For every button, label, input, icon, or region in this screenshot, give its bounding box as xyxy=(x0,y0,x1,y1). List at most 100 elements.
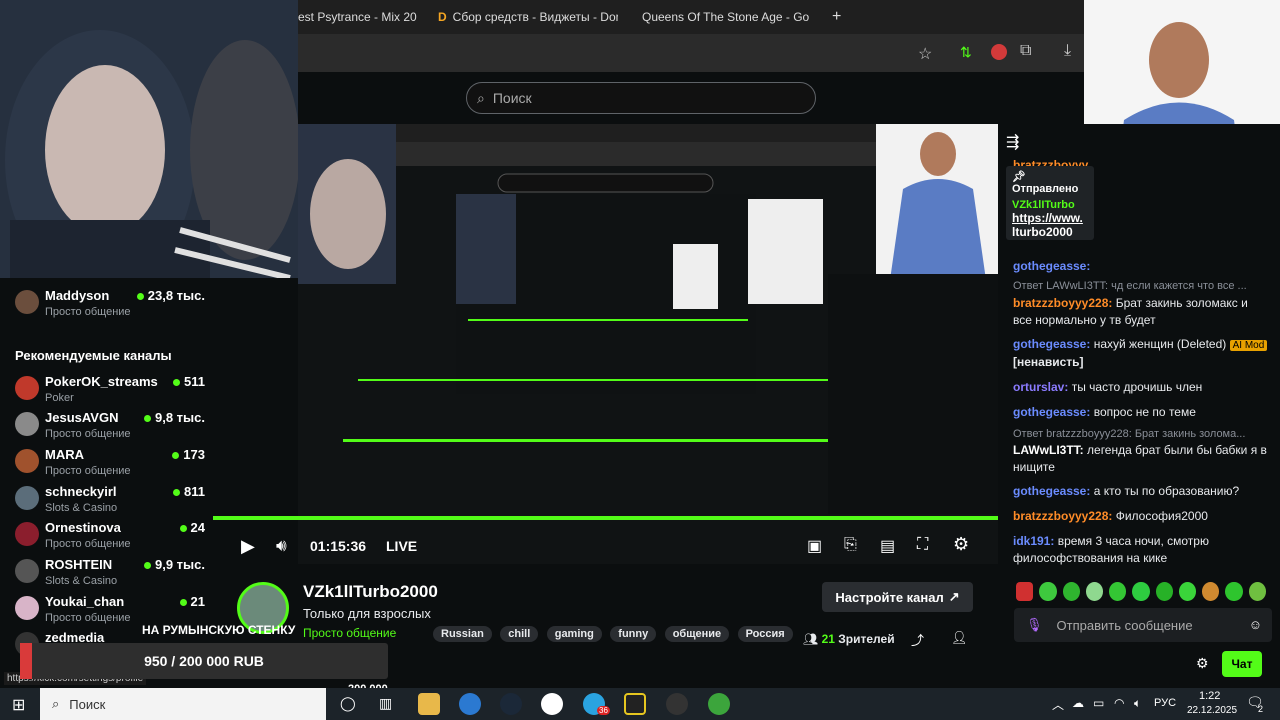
sidebar-item-maddyson[interactable]: Maddyson Просто общение 23,8 тыс. xyxy=(15,286,205,322)
theater-mode-icon[interactable]: ▣ xyxy=(807,536,822,556)
emote-icon[interactable] xyxy=(1155,582,1173,601)
app-icon[interactable] xyxy=(624,693,646,715)
clip-icon[interactable]: ⎘ xyxy=(844,536,857,554)
speaker-icon[interactable]: 🔈︎ xyxy=(1134,696,1141,711)
live-dot-icon xyxy=(173,489,181,497)
onedrive-icon[interactable]: ☁ xyxy=(1072,696,1084,710)
webcam-left xyxy=(0,0,298,278)
follow-user-icon[interactable]: 👤︎ xyxy=(951,630,968,646)
chat-message: gothegeasse: а кто ты по образованию? xyxy=(1013,484,1240,498)
sidebar-item-mara[interactable]: MARA Просто общение 173 xyxy=(15,445,205,481)
setup-channel-button[interactable]: Настройте канал ↗ xyxy=(822,582,973,612)
emote-icon[interactable] xyxy=(1178,582,1197,601)
users-icon: 👥︎ xyxy=(803,632,819,646)
notification-count: 2 xyxy=(1258,704,1264,714)
sidebar-item-roshtein[interactable]: ROSHTEIN Slots & Casino 9,9 тыс. xyxy=(15,555,205,591)
battery-icon[interactable]: ▭ xyxy=(1093,696,1104,710)
donationalerts-icon: D xyxy=(438,10,447,24)
emote-icon[interactable] xyxy=(1039,582,1057,601)
nested-screen-image xyxy=(298,124,998,564)
chat-message: gothegeasse: вопрос не по теме xyxy=(1013,405,1196,419)
new-tab-button[interactable]: + xyxy=(832,6,841,28)
yandex-browser-icon[interactable] xyxy=(541,693,563,715)
avatar xyxy=(15,449,39,473)
tag-gaming[interactable]: gaming xyxy=(546,626,602,642)
live-dot-icon xyxy=(179,525,187,533)
avatar xyxy=(15,412,39,436)
channel-name[interactable]: VZk1lITurbo2000 xyxy=(303,582,438,602)
recursive-stream-preview xyxy=(298,124,998,564)
windows-start-icon[interactable]: ⊞ xyxy=(12,695,25,715)
emote-icon[interactable] xyxy=(1016,582,1034,601)
sidebar-item-jesusavgn[interactable]: JesusAVGN Просто общение 9,8 тыс. xyxy=(15,408,205,444)
chat-message: bratzzzboyyy228: Философия2000 xyxy=(1013,509,1208,523)
play-icon[interactable]: ▶ xyxy=(241,536,255,557)
miniplayer-icon[interactable]: ▤ xyxy=(880,536,895,556)
clock-date[interactable]: 22.12.2025 xyxy=(1187,705,1237,716)
ai-mod-badge: AI Mod xyxy=(1229,340,1268,351)
emoji-icon[interactable]: ☺ xyxy=(1249,617,1262,632)
fullscreen-icon[interactable]: ⛶ xyxy=(917,536,928,554)
tag-list: Russian chill gaming funny общение Росси… xyxy=(433,624,797,642)
emote-icon[interactable] xyxy=(1225,582,1243,601)
cortana-icon[interactable]: ◯ xyxy=(340,695,356,712)
donation-goal-widget: НА РУМЫНСКУЮ СТЕНКУ 950 / 200 000 RUB 20… xyxy=(20,615,390,695)
extensions-icon[interactable]: ⧉ xyxy=(1020,42,1031,60)
live-dot-icon xyxy=(179,599,187,607)
chat-reply-quote[interactable]: Ответ bratzzzboyyy228: Брат закинь золом… xyxy=(1013,428,1268,440)
tag-obshchenie[interactable]: общение xyxy=(664,626,730,642)
avatar xyxy=(15,559,39,583)
live-dot-icon xyxy=(172,452,180,460)
wifi-icon[interactable]: ◠ xyxy=(1114,696,1124,710)
tab-psytrance[interactable]: est Psytrance - Mix 20 xyxy=(298,6,418,28)
star-icon[interactable]: ☆ xyxy=(918,44,932,64)
collapse-chat-icon[interactable]: ⇶ xyxy=(1006,132,1019,152)
chrome-icon[interactable] xyxy=(459,693,481,715)
sidebar-item-ornestinova[interactable]: Ornestinova Просто общение 24 xyxy=(15,518,205,554)
chat-settings-gear-icon[interactable]: ⚙ xyxy=(1196,655,1209,672)
language-indicator[interactable]: РУС xyxy=(1154,697,1176,709)
microphone-icon[interactable]: 🎙︎ xyxy=(1026,617,1043,633)
tag-rossiya[interactable]: Россия xyxy=(737,626,793,642)
tag-russian[interactable]: Russian xyxy=(433,626,492,642)
extension-badge-icon[interactable] xyxy=(991,44,1007,60)
donation-amount: 950 / 200 000 RUB xyxy=(144,653,264,669)
avatar xyxy=(15,522,39,546)
avatar xyxy=(15,290,39,314)
settings-gear-icon[interactable]: ⚙ xyxy=(953,534,969,555)
emote-icon[interactable] xyxy=(1248,582,1266,601)
pinned-message[interactable]: 📌︎ Отправлено VZk1lITurbo https://www. l… xyxy=(1006,166,1094,240)
emote-icon[interactable] xyxy=(1062,582,1080,601)
task-view-icon[interactable]: ▥ xyxy=(379,695,392,712)
clock-time[interactable]: 1:22 xyxy=(1199,690,1220,702)
chat-reply-quote[interactable]: Ответ LAWwLI3TT: чд если кажется что все… xyxy=(1013,280,1268,292)
sidebar-item-schneckyirl[interactable]: schneckyirl Slots & Casino 811 xyxy=(15,482,205,518)
sidebar-item-pokerok[interactable]: PokerOK_streams Poker 511 xyxy=(15,372,205,408)
file-explorer-icon[interactable] xyxy=(418,693,440,715)
emote-icon[interactable] xyxy=(1132,582,1150,601)
search-icon: ⌕ xyxy=(52,696,60,711)
share-icon[interactable]: ⤴ xyxy=(911,630,924,649)
search-input[interactable]: ⌕ Поиск xyxy=(466,82,816,114)
steam-icon[interactable] xyxy=(500,693,522,715)
emote-icon[interactable] xyxy=(1202,582,1220,601)
utorrent-icon[interactable] xyxy=(708,693,730,715)
chat-message: gothegeasse: xyxy=(1013,259,1091,273)
tag-funny[interactable]: funny xyxy=(610,626,657,642)
obs-icon[interactable] xyxy=(666,693,688,715)
volume-icon[interactable]: 🔊︎ xyxy=(276,536,287,556)
download-icon[interactable]: ⤓ xyxy=(1064,42,1071,60)
emote-icon[interactable] xyxy=(1085,582,1104,601)
donation-progress-bar: 950 / 200 000 RUB xyxy=(20,643,388,679)
windows-taskbar: ⊞ ⌕ Поиск ◯ ▥ 36 ︿ ☁ ▭ ◠ 🔈︎ РУС 1:22 22.… xyxy=(0,688,1280,720)
tray-chevron-icon[interactable]: ︿ xyxy=(1052,696,1064,713)
chat-input[interactable]: 🎙︎ Отправить сообщение ☺ xyxy=(1014,608,1272,642)
tab-donations[interactable]: D Сбор средств - Виджеты - Don ✕ xyxy=(438,6,618,28)
taskbar-search-input[interactable]: ⌕ Поиск xyxy=(40,688,326,720)
send-chat-button[interactable]: Чат xyxy=(1222,651,1262,677)
tab-queens-of-the-stone-age[interactable]: Queens Of The Stone Age - Go ✕ xyxy=(636,6,816,28)
emote-icon[interactable] xyxy=(1109,582,1127,601)
avatar xyxy=(15,376,39,400)
extension-sliders-icon[interactable]: ⇅ xyxy=(960,44,972,61)
tag-chill[interactable]: chill xyxy=(500,626,539,642)
